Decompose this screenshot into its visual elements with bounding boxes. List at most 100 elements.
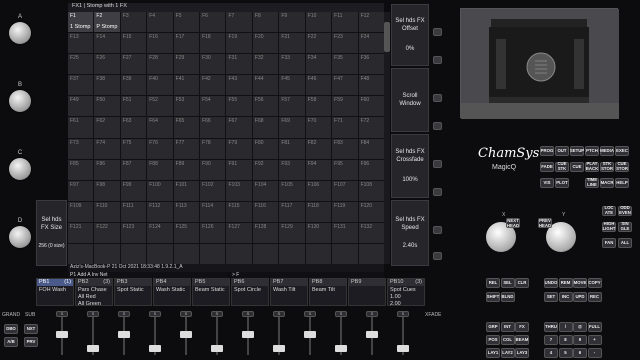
fx-cell[interactable]: F48 [358,75,384,96]
key-inc[interactable]: INC [558,292,573,302]
fx-cell-empty[interactable] [68,243,94,264]
key-beam[interactable]: BEAM [515,335,529,345]
playback-fader[interactable]: S [335,311,347,357]
fader-cap[interactable] [242,331,254,338]
playback-7[interactable]: PB7 Wash Tilt [270,278,308,306]
key-x[interactable]: @ [573,322,587,332]
fx-cell[interactable]: F132 [358,222,384,243]
fader-cap[interactable] [304,331,316,338]
fx-cell[interactable]: F1 1 Stomp [68,12,94,33]
fx-cell[interactable]: F87 [120,159,147,180]
key-vis[interactable]: VIS [540,178,554,188]
key-lay2[interactable]: LAY2 [500,348,515,358]
key-5[interactable]: 5 [558,348,573,358]
fx-cell[interactable]: F22 [305,33,332,54]
fx-cell[interactable]: F115 [226,201,252,222]
fx-cell[interactable]: F13 [68,33,94,54]
scrollbar[interactable] [384,12,390,264]
fx-cell[interactable]: F105 [279,180,305,201]
key-cue-stk[interactable]: CUE STK [555,162,569,172]
key-x[interactable]: + [587,335,602,345]
key-lay1[interactable]: LAY1 [486,348,500,358]
fx-cell[interactable]: F11 [332,12,358,33]
fx-cell[interactable]: F47 [332,75,358,96]
fx-cell[interactable]: F101 [173,180,200,201]
playback-fader[interactable]: S [273,311,285,357]
key-grp[interactable]: GRP [486,322,500,332]
key-plot[interactable]: PLOT [555,178,569,188]
prev-head-button[interactable]: PREV HEAD [538,218,552,228]
fx-cell[interactable]: F38 [94,75,120,96]
right-panel-speed[interactable]: Sel hds FX Speed 2.40s [391,200,429,266]
key-time-line[interactable]: TIME LINE [585,178,599,188]
fx-cell[interactable]: F88 [147,159,173,180]
fx-cell-empty[interactable] [305,243,332,264]
fx-cell[interactable]: F9 [279,12,305,33]
right-panel-offset[interactable]: Sel hds FX Offset 0% [391,4,429,66]
fx-cell[interactable]: F76 [147,138,173,159]
key-move[interactable]: MOVE [573,278,587,288]
playback-6[interactable]: PB6 Spot Circle [231,278,269,306]
fx-cell[interactable]: F113 [173,201,200,222]
fx-cell[interactable]: F49 [68,96,94,117]
fx-cell[interactable]: F127 [226,222,252,243]
fx-cell[interactable]: F45 [279,75,305,96]
fx-cell[interactable]: F117 [279,201,305,222]
fx-cell[interactable]: F53 [173,96,200,117]
fx-cell[interactable]: F103 [226,180,252,201]
fx-cell[interactable]: F126 [200,222,226,243]
fx-cell[interactable]: F100 [147,180,173,201]
key-clr[interactable]: CLR [515,278,529,288]
fx-cell[interactable]: F35 [332,54,358,75]
fx-cell[interactable]: F62 [94,117,120,138]
fx-cell-empty[interactable] [226,243,252,264]
key-shift[interactable]: SHIFT [486,292,500,302]
fx-cell[interactable]: F56 [252,96,279,117]
fx-cell[interactable]: F37 [68,75,94,96]
key-copy[interactable]: COPY [587,278,602,288]
fx-cell[interactable]: F42 [200,75,226,96]
fx-cell-empty[interactable] [120,243,147,264]
fx-cell[interactable]: F58 [305,96,332,117]
panel-button[interactable] [433,28,442,36]
fx-cell[interactable]: F73 [68,138,94,159]
fx-cell[interactable]: F43 [226,75,252,96]
key-col[interactable]: COL [500,335,515,345]
fx-cell[interactable]: F69 [279,117,305,138]
fx-cell[interactable]: F40 [147,75,173,96]
fx-cell-empty[interactable] [252,243,279,264]
panel-button[interactable] [433,252,442,260]
fx-cell[interactable]: F27 [120,54,147,75]
fader-cap[interactable] [273,345,285,352]
key-loc-ate[interactable]: LOC ATE [602,206,616,216]
key-9[interactable]: 9 [573,335,587,345]
fx-cell[interactable]: F41 [173,75,200,96]
fx-cell[interactable]: F108 [358,180,384,201]
fx-cell[interactable]: F81 [279,138,305,159]
fx-cell[interactable]: F8 [252,12,279,33]
fx-cell[interactable]: F84 [358,138,384,159]
fx-cell[interactable]: F30 [200,54,226,75]
fx-cell[interactable]: F51 [120,96,147,117]
key-lay3[interactable]: LAY3 [515,348,529,358]
playback-3[interactable]: PB3 Spot Static [114,278,152,306]
fx-cell[interactable]: F19 [226,33,252,54]
fx-cell[interactable]: F72 [358,117,384,138]
encoder-knob-d[interactable] [9,226,31,248]
key-nxt[interactable]: NXT [24,324,38,334]
key-blnd[interactable]: BLND [500,292,515,302]
fx-cell[interactable]: F23 [332,33,358,54]
playback-fader[interactable]: S [87,311,99,357]
fx-cell[interactable]: F17 [173,33,200,54]
key-cue[interactable]: CUE [570,162,584,172]
encoder-a[interactable]: A [5,14,35,44]
fx-cell[interactable]: F104 [252,180,279,201]
fx-cell[interactable]: F83 [332,138,358,159]
encoder-d[interactable]: D [5,218,35,248]
playback-1[interactable]: PB1 (1) FOH Wash [36,278,74,306]
fx-cell[interactable]: F2 P Stomp [94,12,120,33]
key-7[interactable]: 7 [544,335,558,345]
fx-cell[interactable]: F20 [252,33,279,54]
key-int[interactable]: INT [500,322,515,332]
playback-2[interactable]: PB2 (3) Pars Chase All Red All Green [75,278,113,307]
